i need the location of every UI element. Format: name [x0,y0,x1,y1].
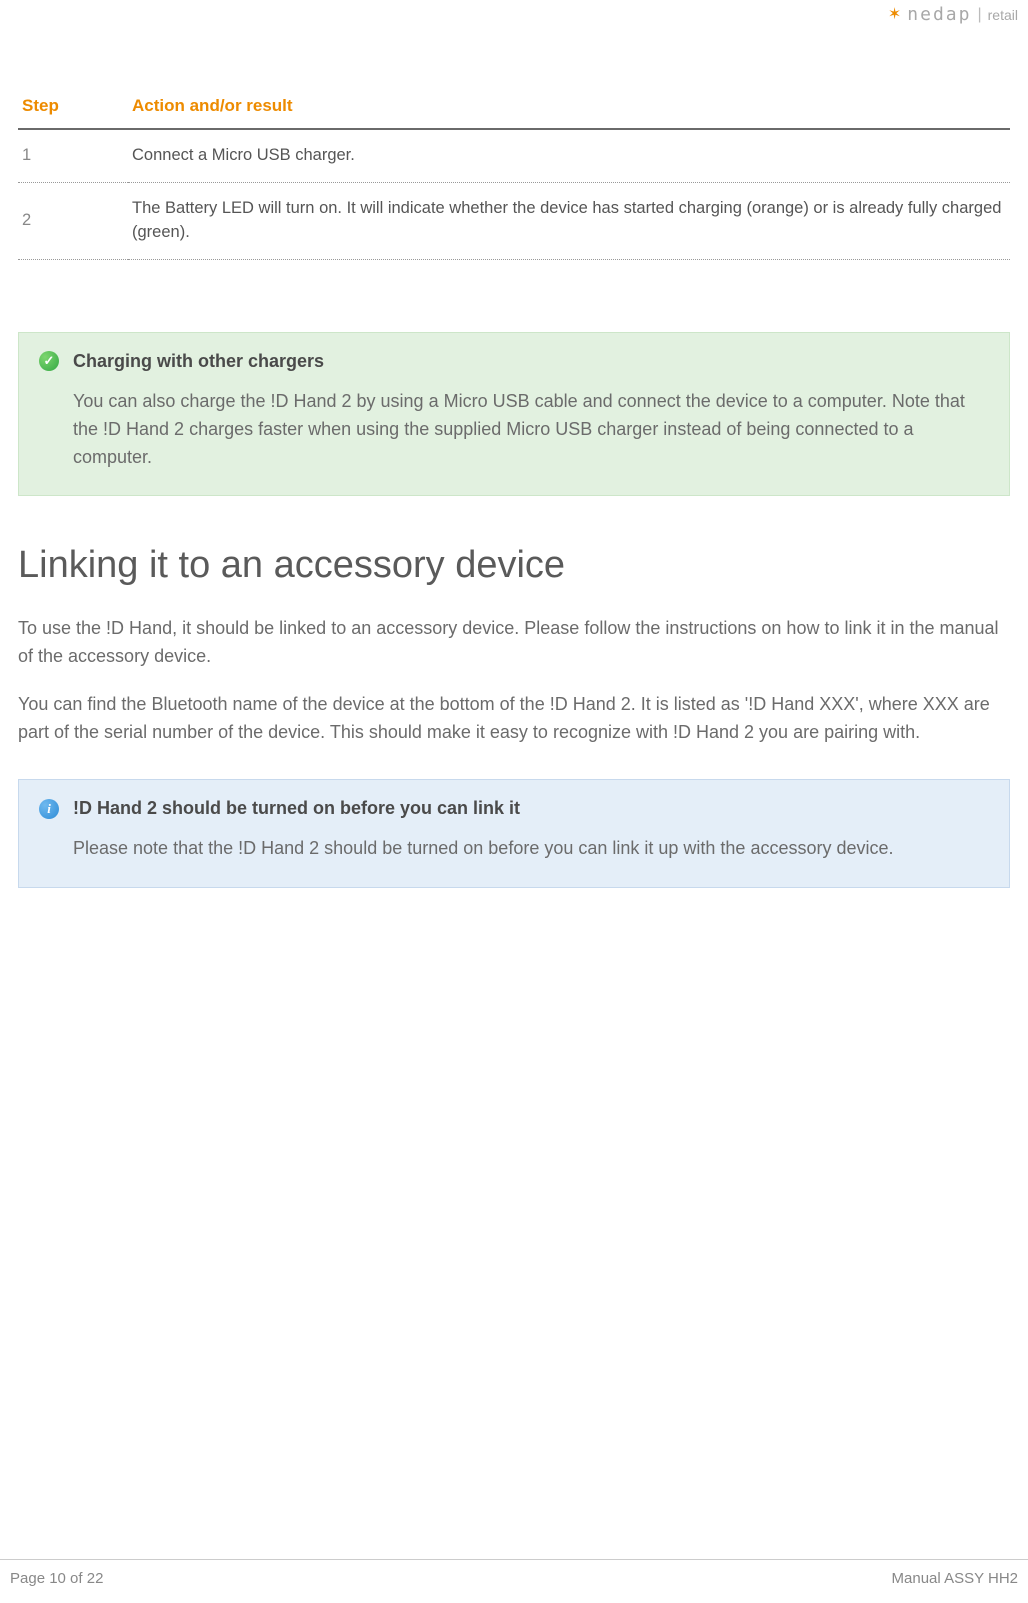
logo-suffix-text: retail [988,7,1018,23]
page-footer: Page 10 of 22 Manual ASSY HH2 [0,1559,1028,1587]
check-icon: ✓ [39,351,59,371]
tip-callout: ✓ Charging with other chargers You can a… [18,332,1010,497]
info-title: !D Hand 2 should be turned on before you… [73,798,520,819]
table-row: 1 Connect a Micro USB charger. [18,129,1010,182]
table-row: 2 The Battery LED will turn on. It will … [18,182,1010,259]
section-heading: Linking it to an accessory device [18,544,1010,587]
footer-document-title: Manual ASSY HH2 [892,1570,1018,1587]
tip-title: Charging with other chargers [73,351,324,372]
step-number: 2 [18,182,128,259]
body-paragraph: You can find the Bluetooth name of the d… [18,691,1010,747]
steps-table: Step Action and/or result 1 Connect a Mi… [18,86,1010,260]
brand-logo: ✶ nedap | retail [888,4,1018,25]
step-action: The Battery LED will turn on. It will in… [128,182,1010,259]
table-header-action: Action and/or result [128,86,1010,129]
step-action: Connect a Micro USB charger. [128,129,1010,182]
info-callout: i !D Hand 2 should be turned on before y… [18,779,1010,888]
step-number: 1 [18,129,128,182]
info-icon: i [39,799,59,819]
logo-separator: | [977,6,981,24]
logo-brand-text: nedap [907,4,971,25]
info-body: Please note that the !D Hand 2 should be… [39,835,989,863]
table-header-step: Step [18,86,128,129]
logo-star-icon: ✶ [888,7,901,23]
footer-page-number: Page 10 of 22 [10,1570,103,1587]
tip-body: You can also charge the !D Hand 2 by usi… [39,388,989,472]
body-paragraph: To use the !D Hand, it should be linked … [18,615,1010,671]
